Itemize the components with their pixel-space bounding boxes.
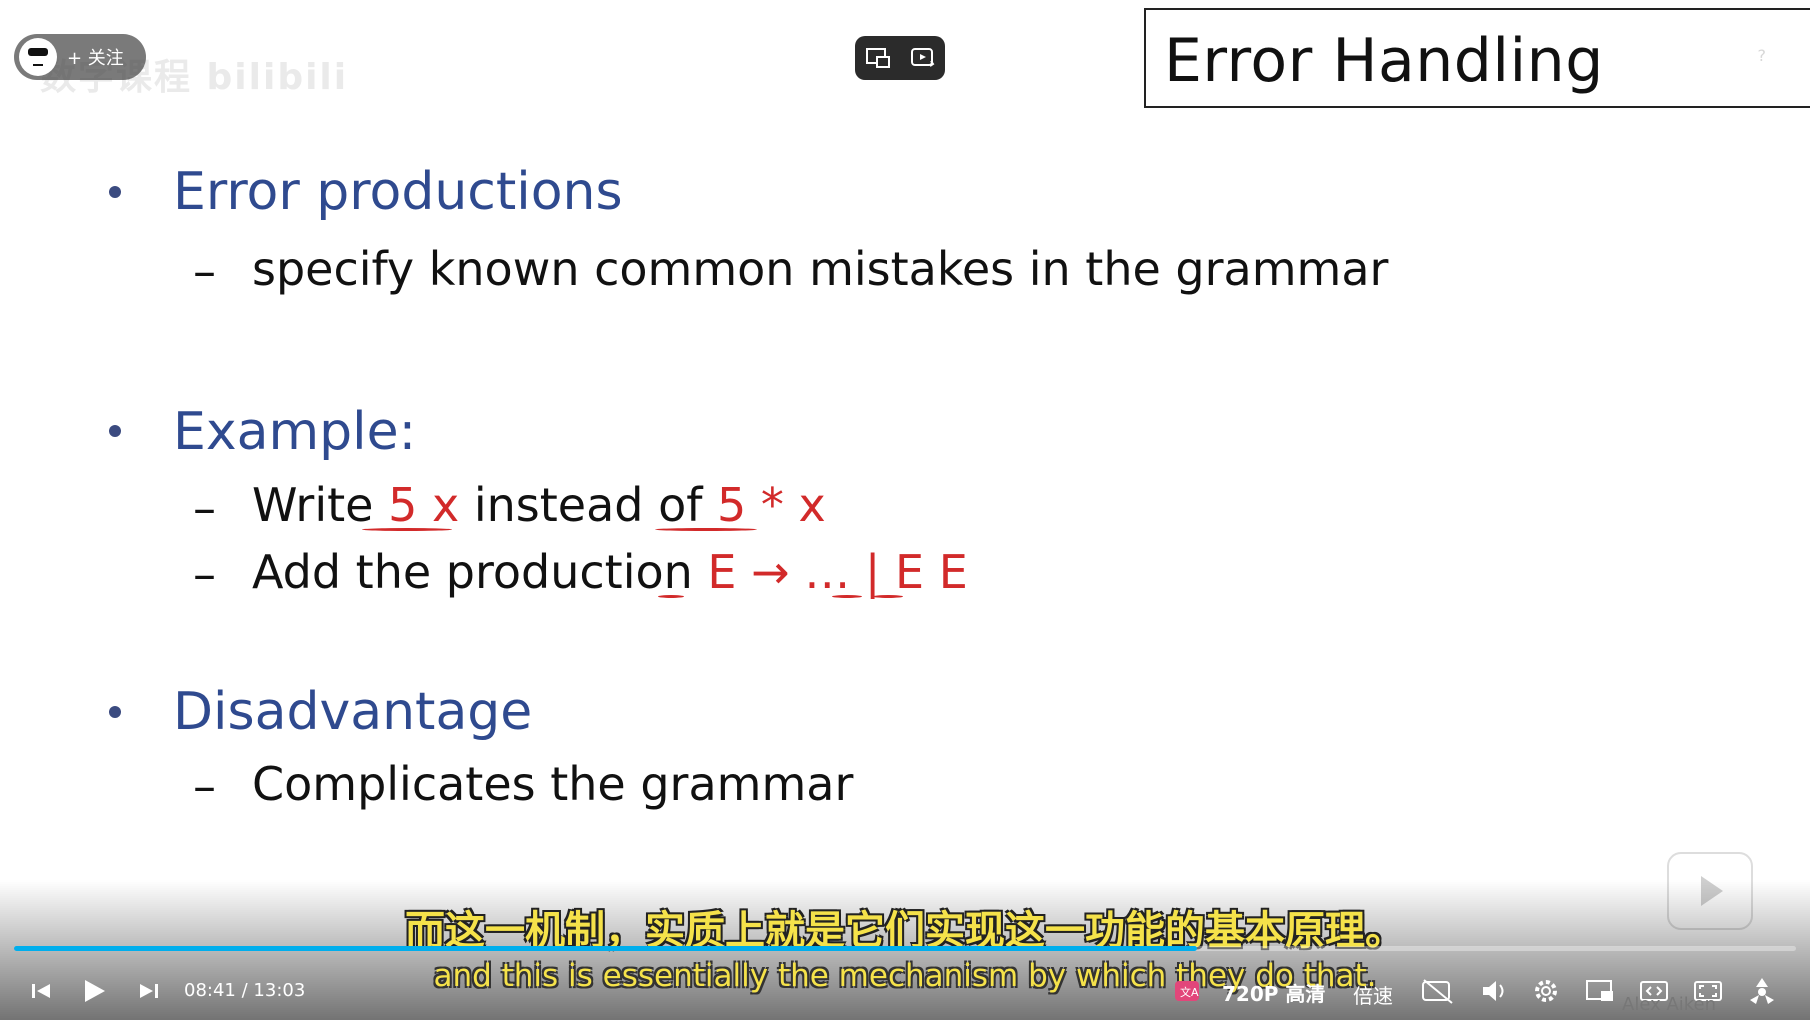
production-red: E → … | E E [707, 545, 968, 599]
sub-item-write: Write 5 x instead of 5 * x [252, 478, 826, 532]
red-underline [362, 528, 452, 531]
dash: – [193, 481, 216, 535]
video-frame[interactable]: 数字课程 bilibili + 关注 Error Handling ? Erro… [0, 0, 1810, 1020]
mini-window-icon[interactable] [865, 46, 891, 70]
svg-text:文A: 文A [1180, 985, 1199, 999]
dash: – [193, 547, 216, 601]
bullet-dot [109, 186, 121, 198]
example-red-2: 5 * x [717, 478, 826, 532]
prev-icon[interactable] [26, 976, 58, 1006]
follow-label: + 关注 [67, 48, 124, 69]
bullet-heading-disadvantage: Disadvantage [173, 682, 533, 742]
example-text: Write [252, 478, 389, 532]
volume-icon[interactable] [1478, 976, 1510, 1006]
subtitle-translate-icon[interactable]: 文A [1171, 976, 1203, 1006]
slide-title: Error Handling [1164, 26, 1604, 96]
sub-item-specify: specify known common mistakes in the gra… [252, 242, 1389, 296]
red-underline [655, 528, 757, 531]
video-tools [855, 36, 945, 80]
time-current: 08:41 [184, 980, 236, 1001]
example-text: Add the production [252, 545, 708, 599]
progress-fill [14, 946, 1198, 951]
slide-author: Alex Aiken [1622, 994, 1717, 1015]
sub-item-add-production: Add the production E → … | E E [252, 545, 968, 599]
settings-icon[interactable] [1530, 976, 1562, 1006]
follow-button[interactable]: + 关注 [14, 34, 146, 80]
danmaku-off-icon[interactable] [1420, 976, 1453, 1006]
red-underline [873, 595, 903, 598]
example-text: instead of [459, 478, 718, 532]
ai-summary-icon[interactable] [910, 46, 936, 70]
bullet-dot [109, 425, 121, 437]
help-mark: ? [1757, 46, 1767, 65]
bullet-heading-error-productions: Error productions [173, 162, 623, 222]
dash: – [193, 759, 216, 813]
time-display: 08:41 / 13:03 [184, 980, 305, 1001]
time-separator: / [241, 980, 248, 1001]
quality-button[interactable]: 720P 高清 [1222, 978, 1325, 1007]
play-icon[interactable] [78, 976, 110, 1006]
bullet-dot [109, 706, 121, 718]
bullet-heading-example: Example: [173, 402, 417, 462]
speed-button[interactable]: 倍速 [1353, 980, 1393, 1009]
red-underline [658, 595, 684, 598]
sub-item-complicates: Complicates the grammar [252, 757, 854, 811]
avatar[interactable] [19, 38, 57, 76]
dash: – [193, 244, 216, 298]
example-red-1: 5 x [388, 478, 460, 532]
pip-icon[interactable] [1584, 976, 1616, 1006]
share-icon[interactable] [1746, 976, 1778, 1006]
next-icon[interactable] [132, 976, 164, 1006]
red-underline [832, 595, 862, 598]
slide-title-box: Error Handling ? [1144, 8, 1810, 108]
time-total: 13:03 [253, 980, 306, 1001]
progress-bar[interactable] [14, 946, 1796, 951]
